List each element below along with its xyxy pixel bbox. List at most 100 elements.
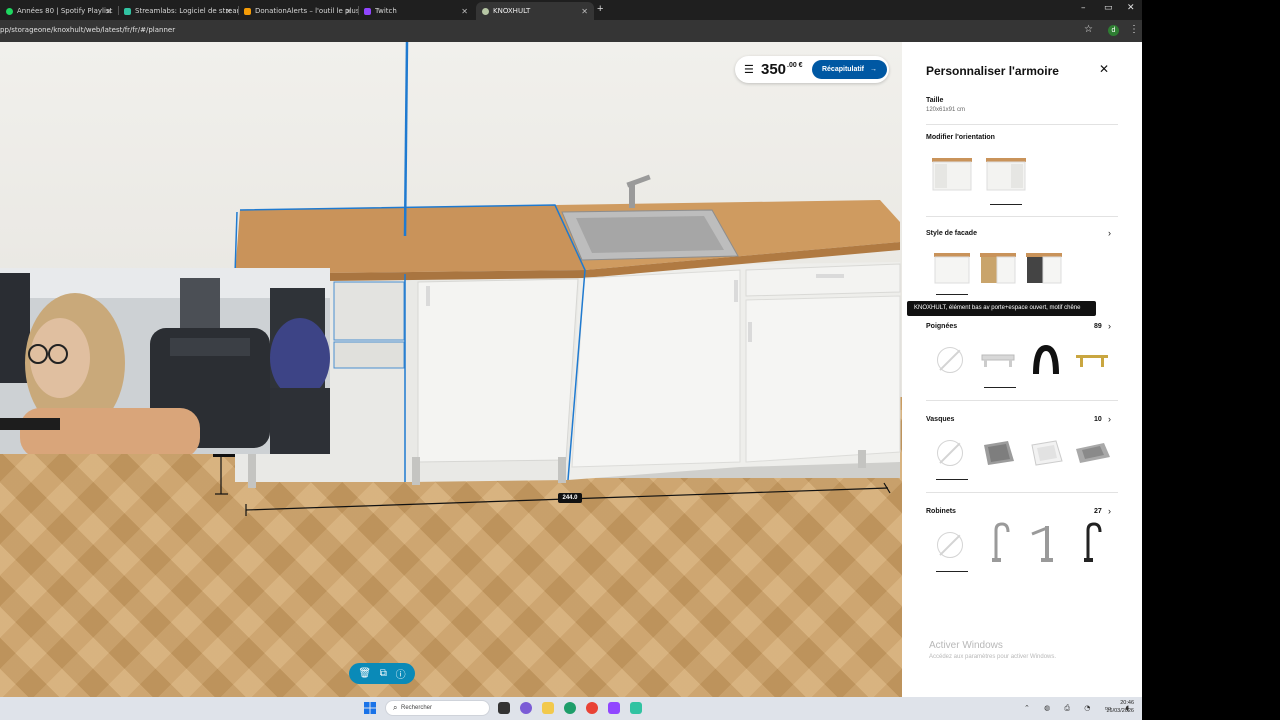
new-tab-button[interactable]: + bbox=[597, 3, 603, 15]
divider bbox=[926, 216, 1118, 217]
summary-button[interactable]: Récapitulatif → bbox=[812, 60, 887, 79]
restore-button[interactable]: ▭ bbox=[1104, 3, 1113, 13]
chrome-icon[interactable] bbox=[586, 702, 598, 714]
taps-count: 27 bbox=[1094, 508, 1102, 515]
door-handle bbox=[426, 286, 430, 306]
profile-avatar[interactable]: d bbox=[1108, 25, 1119, 36]
tab-twitch[interactable]: Twitch ✕ bbox=[358, 2, 474, 20]
url-field[interactable]: pp/storageone/knoxhult/web/latest/fr/fr/… bbox=[0, 26, 175, 34]
handle-thumbnail bbox=[1033, 344, 1059, 375]
list-icon[interactable]: ☰ bbox=[744, 63, 754, 76]
open-shelf bbox=[333, 341, 405, 369]
sink-option-2[interactable] bbox=[1024, 433, 1068, 473]
size-value: 120x61x91 cm bbox=[926, 107, 966, 113]
tab-donationalerts[interactable]: DonationAlerts – l'outil le plus u ✕ bbox=[238, 2, 358, 20]
address-bar: pp/storageone/knoxhult/web/latest/fr/fr/… bbox=[0, 20, 1142, 42]
twitch-app-icon[interactable] bbox=[608, 702, 620, 714]
screen: Années 80 | Spotify Playlist ✕ Streamlab… bbox=[0, 0, 1280, 720]
chevron-right-icon[interactable]: › bbox=[1108, 506, 1111, 516]
selected-indicator bbox=[936, 294, 968, 295]
cabinet-leg bbox=[412, 457, 420, 485]
price-total: 350 bbox=[761, 61, 787, 78]
divider bbox=[926, 492, 1118, 493]
bookmark-star-icon[interactable]: ☆ bbox=[1084, 24, 1093, 35]
facade-option-white[interactable] bbox=[930, 247, 974, 287]
cabinet-door[interactable] bbox=[417, 278, 579, 463]
no-option-icon bbox=[937, 440, 963, 466]
panel-close-button[interactable]: ✕ bbox=[1099, 62, 1109, 76]
windows-start-icon[interactable] bbox=[364, 702, 376, 714]
chevron-right-icon[interactable]: › bbox=[1108, 414, 1111, 424]
orientation-title: Modifier l'orientation bbox=[926, 134, 995, 141]
tab-label: DonationAlerts – l'outil le plus u bbox=[255, 7, 358, 15]
close-tab-icon[interactable]: ✕ bbox=[225, 7, 232, 16]
selected-indicator bbox=[984, 387, 1016, 388]
search-icon: ⌕ bbox=[393, 703, 398, 712]
close-tab-icon[interactable]: ✕ bbox=[461, 7, 468, 16]
selected-indicator bbox=[936, 571, 968, 572]
handle-option-3[interactable] bbox=[1070, 340, 1114, 380]
taskbar-search-field[interactable]: ⌕ Rechercher bbox=[385, 700, 490, 716]
info-icon[interactable]: ⓘ bbox=[396, 666, 406, 681]
close-tab-icon[interactable]: ✕ bbox=[581, 7, 588, 16]
streamlabs-app-icon[interactable] bbox=[630, 702, 642, 714]
sinks-count: 10 bbox=[1094, 416, 1102, 423]
countertop-left bbox=[235, 205, 585, 274]
window-close-button[interactable]: ✕ bbox=[1127, 3, 1135, 13]
sinks-title: Vasques bbox=[926, 416, 955, 423]
taps-title: Robinets bbox=[926, 508, 956, 515]
windows-activation-subtitle: Accédez aux paramètres pour activer Wind… bbox=[929, 654, 1057, 660]
sink-option-3[interactable] bbox=[1070, 433, 1114, 473]
orientation-option-left[interactable] bbox=[930, 154, 974, 194]
facade-option-oak[interactable] bbox=[976, 247, 1020, 287]
item-action-toolbar: 🗑 ⧉ ⓘ bbox=[349, 663, 415, 684]
price-summary-bar: ☰ 350 .00 € Récapitulatif → bbox=[735, 56, 889, 83]
tab-spotify[interactable]: Années 80 | Spotify Playlist ✕ bbox=[0, 2, 118, 20]
tab-label: Années 80 | Spotify Playlist bbox=[17, 7, 113, 15]
arrow-right-icon: → bbox=[870, 66, 877, 73]
door-handle bbox=[748, 322, 752, 342]
close-tab-icon[interactable]: ✕ bbox=[105, 7, 112, 16]
edge-icon[interactable] bbox=[564, 702, 576, 714]
chevron-right-icon[interactable]: › bbox=[1108, 228, 1111, 238]
facade-title: Style de facade bbox=[926, 230, 977, 237]
handles-count: 89 bbox=[1094, 323, 1102, 330]
minimize-button[interactable]: – bbox=[1081, 3, 1086, 13]
cabinet-door[interactable] bbox=[571, 269, 741, 468]
tap-option-2[interactable] bbox=[1024, 522, 1068, 562]
tab-knoxhult[interactable]: KNOXHULT ✕ bbox=[476, 2, 594, 20]
handle-option-none[interactable] bbox=[928, 340, 972, 380]
tab-streamlabs[interactable]: Streamlabs: Logiciel de streami ✕ bbox=[118, 2, 238, 20]
handle-option-1[interactable] bbox=[976, 340, 1020, 380]
clock-date[interactable]: 26/03/2026 bbox=[1100, 708, 1134, 714]
facade-option-dark[interactable] bbox=[1022, 247, 1066, 287]
close-tab-icon[interactable]: ✕ bbox=[345, 7, 352, 16]
clock-time[interactable]: 20:46 bbox=[1100, 700, 1134, 706]
sink-option-1[interactable] bbox=[976, 433, 1020, 473]
browser-menu-icon[interactable]: ⋮ bbox=[1129, 24, 1139, 35]
handle-option-2[interactable] bbox=[1024, 340, 1068, 380]
spotify-icon bbox=[6, 7, 13, 15]
chevron-right-icon[interactable]: › bbox=[1108, 321, 1111, 331]
delete-icon[interactable]: 🗑 bbox=[358, 668, 371, 679]
divider bbox=[926, 400, 1118, 401]
copilot-icon[interactable] bbox=[520, 702, 532, 714]
divider bbox=[926, 124, 1118, 125]
task-view-icon[interactable] bbox=[498, 702, 510, 714]
drawer-front[interactable] bbox=[745, 263, 901, 297]
windows-taskbar: ⌕ Rechercher ⌃ ◍ ⎙ ◔ ▭ ◖ 20:46 26/03/202… bbox=[0, 697, 1142, 720]
ikea-icon bbox=[482, 7, 489, 15]
planner-3d-view[interactable]: 244.0 61.0 ☰ bbox=[0, 42, 902, 697]
cabinet-door[interactable] bbox=[745, 295, 901, 463]
file-explorer-icon[interactable] bbox=[542, 702, 554, 714]
tab-label: Streamlabs: Logiciel de streami bbox=[135, 7, 238, 15]
streamlabs-icon bbox=[124, 7, 131, 15]
donationalerts-icon bbox=[244, 7, 251, 15]
tap-option-none[interactable] bbox=[928, 525, 972, 565]
facade-tooltip: KNOXHULT, élément bas av porte+espace ou… bbox=[907, 301, 1096, 316]
duplicate-icon[interactable]: ⧉ bbox=[380, 668, 387, 679]
orientation-option-right[interactable] bbox=[984, 154, 1028, 194]
tap-option-3[interactable] bbox=[1070, 522, 1114, 562]
sink-option-none[interactable] bbox=[928, 433, 972, 473]
tap-option-1[interactable] bbox=[976, 522, 1020, 562]
